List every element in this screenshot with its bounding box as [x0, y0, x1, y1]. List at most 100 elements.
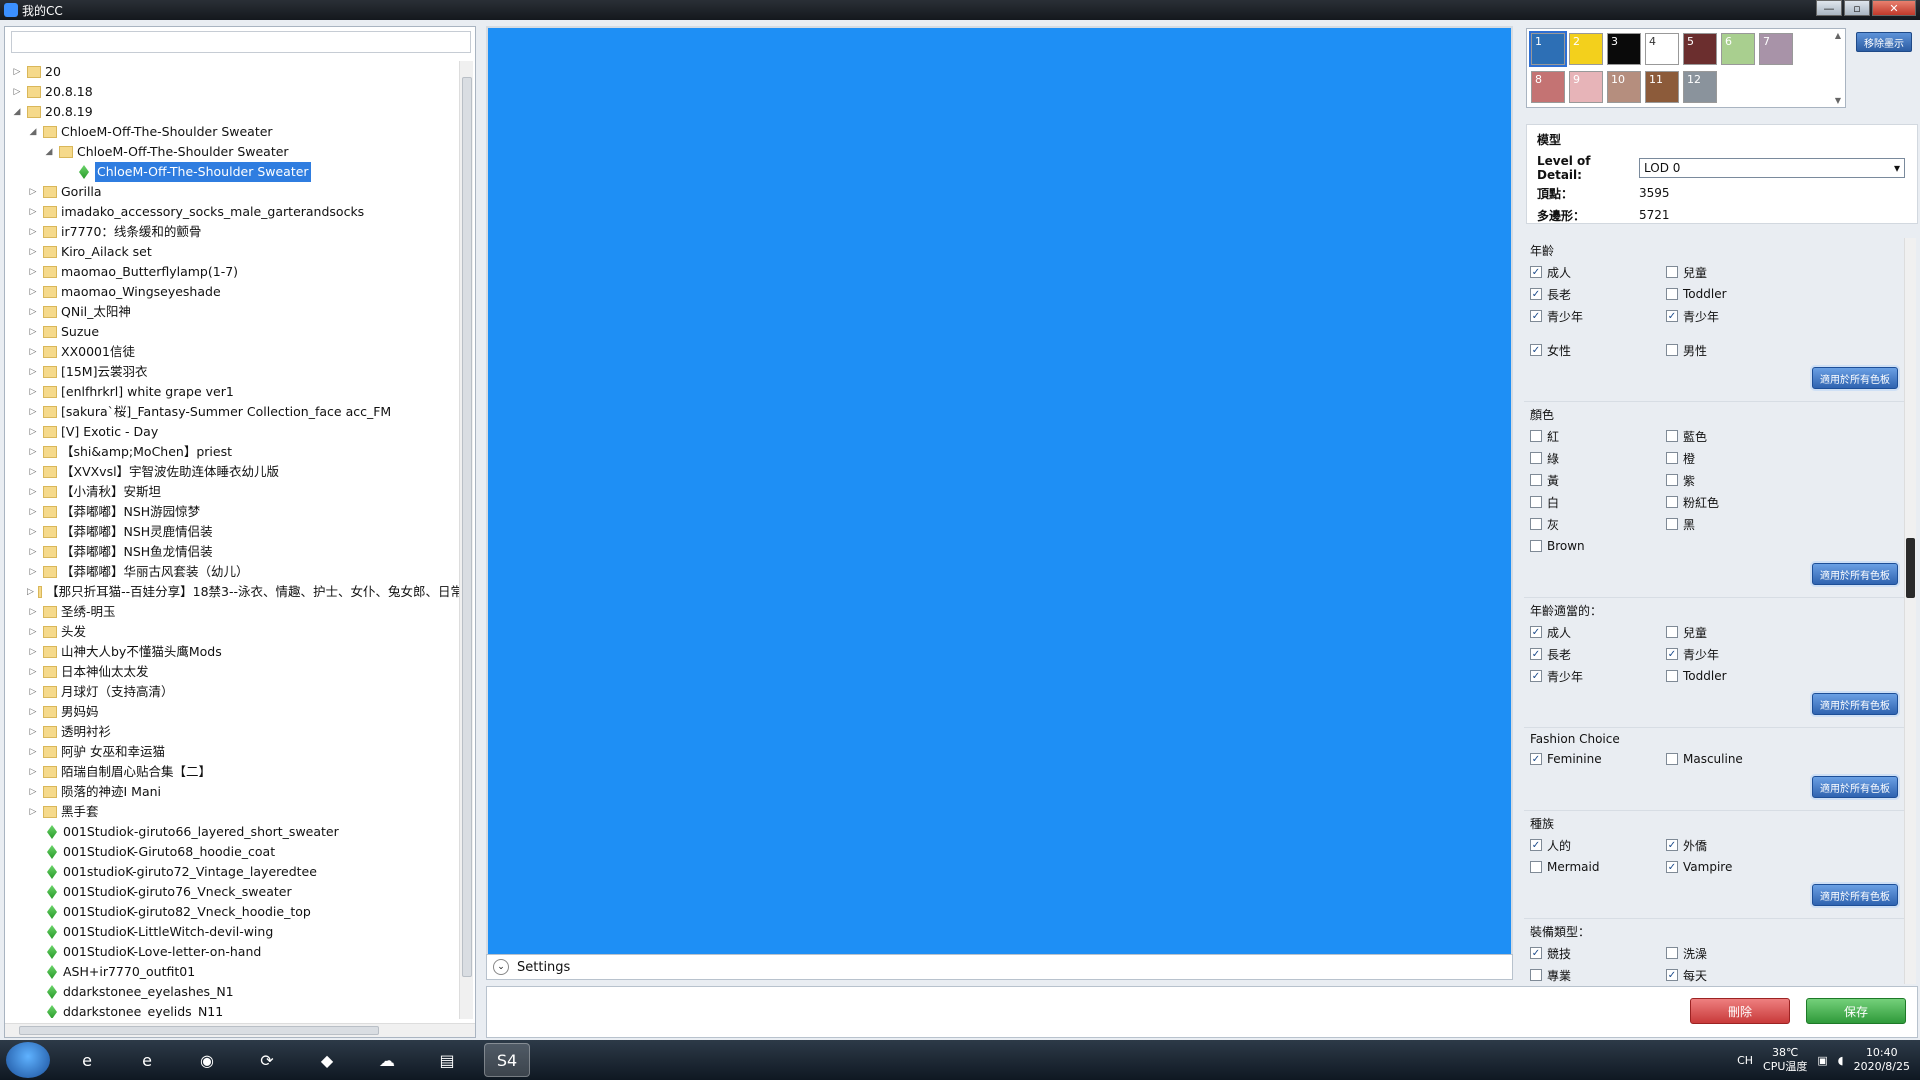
checkbox-item[interactable]: 藍色: [1666, 427, 1846, 445]
expander-arrow-icon[interactable]: ▷: [27, 762, 39, 782]
tree-row[interactable]: ▷ Gorilla: [5, 182, 463, 202]
checkbox-item[interactable]: ✓ 青少年: [1530, 667, 1666, 685]
tree-row[interactable]: ▷ imadako_accessory_socks_male_garterands…: [5, 202, 463, 222]
checkbox-checked-icon[interactable]: ✓: [1530, 344, 1542, 356]
checkbox-checked-icon[interactable]: ✓: [1530, 670, 1542, 682]
tree-row[interactable]: 001StudioK-LittleWitch-devil-wing: [5, 922, 463, 942]
checkbox-checked-icon[interactable]: ✓: [1530, 947, 1542, 959]
tree-row[interactable]: ▷ 【莽嘟嘟】NSH鱼龙情侣装: [5, 542, 463, 562]
checkbox-unchecked-icon[interactable]: [1530, 861, 1542, 873]
checkbox-item[interactable]: ✓ 青少年: [1530, 307, 1666, 325]
settings-expander[interactable]: ⌄ Settings: [486, 954, 1513, 980]
checkbox-item[interactable]: 灰: [1530, 515, 1666, 533]
expander-arrow-icon[interactable]: ▷: [27, 402, 39, 422]
checkbox-unchecked-icon[interactable]: [1666, 947, 1678, 959]
lod-select[interactable]: LOD 0 ▾: [1639, 158, 1905, 178]
expander-arrow-icon[interactable]: ▷: [27, 742, 39, 762]
checkbox-item[interactable]: ✓ 長老: [1530, 645, 1666, 663]
expander-arrow-icon[interactable]: ▷: [27, 462, 39, 482]
expander-arrow-icon[interactable]: ▷: [11, 62, 23, 82]
expander-arrow-icon[interactable]: ▷: [27, 482, 39, 502]
tree-row[interactable]: ▷ ir7770：线条缓和的颤骨: [5, 222, 463, 242]
checkbox-item[interactable]: 橙: [1666, 449, 1846, 467]
checkbox-unchecked-icon[interactable]: [1666, 266, 1678, 278]
checkbox-item[interactable]: ✓ 每天: [1666, 966, 1846, 984]
checkbox-unchecked-icon[interactable]: [1666, 496, 1678, 508]
checkbox-item[interactable]: 專業: [1530, 966, 1666, 984]
expander-arrow-icon[interactable]: ▷: [27, 322, 39, 342]
checkbox-item[interactable]: Brown: [1530, 537, 1666, 555]
checkbox-item[interactable]: 兒童: [1666, 623, 1846, 641]
expander-arrow-icon[interactable]: ▷: [27, 582, 34, 602]
tree-row[interactable]: ▷ 【莽嘟嘟】NSH游园惊梦: [5, 502, 463, 522]
expander-arrow-icon[interactable]: ▷: [27, 562, 39, 582]
tree-row[interactable]: ◢ ChloeM-Off-The-Shoulder Sweater: [5, 142, 463, 162]
tree-row[interactable]: ▷ 阿驴 女巫和幸运猫: [5, 742, 463, 762]
checkbox-item[interactable]: 男性: [1666, 341, 1846, 359]
tree-row[interactable]: ▷ [enlfhrkrl] white grape ver1: [5, 382, 463, 402]
tree-row[interactable]: ▷ 【shi&amp;MoChen】priest: [5, 442, 463, 462]
swatch-scrollbar[interactable]: ▲ ▼: [1833, 31, 1843, 105]
expander-arrow-icon[interactable]: ▷: [27, 722, 39, 742]
cloud-icon[interactable]: ☁: [364, 1043, 410, 1077]
tree-horizontal-scrollbar[interactable]: [5, 1023, 475, 1037]
checkbox-item[interactable]: ✓ 成人: [1530, 263, 1666, 281]
scrollbar-thumb[interactable]: [462, 77, 472, 977]
expander-arrow-icon[interactable]: ▷: [27, 382, 39, 402]
tree-row[interactable]: ▷ XX0001信徒: [5, 342, 463, 362]
color-swatch[interactable]: 1: [1529, 31, 1567, 67]
expander-arrow-icon[interactable]: ◢: [43, 142, 55, 162]
checkbox-item[interactable]: ✓ 人的: [1530, 836, 1666, 854]
expander-arrow-icon[interactable]: ▷: [27, 242, 39, 262]
checkbox-item[interactable]: 紅: [1530, 427, 1666, 445]
attributes-scrollbar[interactable]: [1904, 238, 1916, 984]
checkbox-item[interactable]: ✓ 外僑: [1666, 836, 1846, 854]
color-swatch[interactable]: 9: [1569, 71, 1603, 103]
tree-row[interactable]: ▷ [sakura`桜]_Fantasy-Summer Collection_fa…: [5, 402, 463, 422]
checkbox-unchecked-icon[interactable]: [1530, 452, 1542, 464]
tree-row[interactable]: ▷ Suzue: [5, 322, 463, 342]
checkbox-unchecked-icon[interactable]: [1530, 496, 1542, 508]
checkbox-unchecked-icon[interactable]: [1530, 518, 1542, 530]
expander-arrow-icon[interactable]: ▷: [27, 522, 39, 542]
checkbox-unchecked-icon[interactable]: [1530, 474, 1542, 486]
tree-row[interactable]: ASH+ir7770_outfit01: [5, 962, 463, 982]
tree-row[interactable]: ▷ QNil_太阳神: [5, 302, 463, 322]
scroll-down-icon[interactable]: ▼: [1835, 96, 1841, 105]
checkbox-unchecked-icon[interactable]: [1666, 626, 1678, 638]
tree-row[interactable]: 001Studiok-giruto66_layered_short_sweate…: [5, 822, 463, 842]
tree-row[interactable]: ddarkstonee_eyelids_N11: [5, 1002, 463, 1018]
tree-row[interactable]: ▷ 圣绣-明玉: [5, 602, 463, 622]
expander-arrow-icon[interactable]: ▷: [27, 542, 39, 562]
scrollbar-thumb[interactable]: [19, 1026, 379, 1035]
checkbox-checked-icon[interactable]: ✓: [1666, 839, 1678, 851]
tree-row[interactable]: 001StudioK-Giruto68_hoodie_coat: [5, 842, 463, 862]
scrollbar-thumb[interactable]: [1906, 538, 1915, 598]
checkbox-item[interactable]: ✓ Feminine: [1530, 750, 1666, 768]
tree-row[interactable]: ▷ [V] Exotic - Day: [5, 422, 463, 442]
checkbox-item[interactable]: 綠: [1530, 449, 1666, 467]
tree-row[interactable]: ▷ maomao_Wingseyeshade: [5, 282, 463, 302]
checkbox-item[interactable]: ✓ 女性: [1530, 341, 1666, 359]
tree-row[interactable]: ▷ 20: [5, 62, 463, 82]
language-indicator[interactable]: CH: [1737, 1054, 1753, 1067]
expander-arrow-icon[interactable]: ◢: [11, 102, 23, 122]
delete-button[interactable]: 刪除: [1690, 998, 1790, 1024]
checkbox-checked-icon[interactable]: ✓: [1530, 648, 1542, 660]
checkbox-checked-icon[interactable]: ✓: [1666, 969, 1678, 981]
expander-arrow-icon[interactable]: ▷: [27, 502, 39, 522]
tree-row[interactable]: ▷ 【莽嘟嘟】NSH灵鹿情侣装: [5, 522, 463, 542]
checkbox-item[interactable]: ✓ 青少年: [1666, 307, 1846, 325]
checkbox-checked-icon[interactable]: ✓: [1530, 839, 1542, 851]
checkbox-unchecked-icon[interactable]: [1666, 430, 1678, 442]
tree-row[interactable]: ChloeM-Off-The-Shoulder Sweater: [5, 162, 463, 182]
checkbox-item[interactable]: 兒童: [1666, 263, 1846, 281]
tree-row[interactable]: 001studioK-giruto72_Vintage_layeredtee: [5, 862, 463, 882]
checkbox-checked-icon[interactable]: ✓: [1530, 310, 1542, 322]
expander-arrow-icon[interactable]: ▷: [27, 442, 39, 462]
expander-arrow-icon[interactable]: ▷: [27, 702, 39, 722]
maximize-button[interactable]: ▫: [1844, 0, 1870, 16]
color-swatch[interactable]: 2: [1569, 33, 1603, 65]
color-swatch[interactable]: 12: [1683, 71, 1717, 103]
tree-row[interactable]: ▷ 陌瑞自制眉心贴合集【二】: [5, 762, 463, 782]
